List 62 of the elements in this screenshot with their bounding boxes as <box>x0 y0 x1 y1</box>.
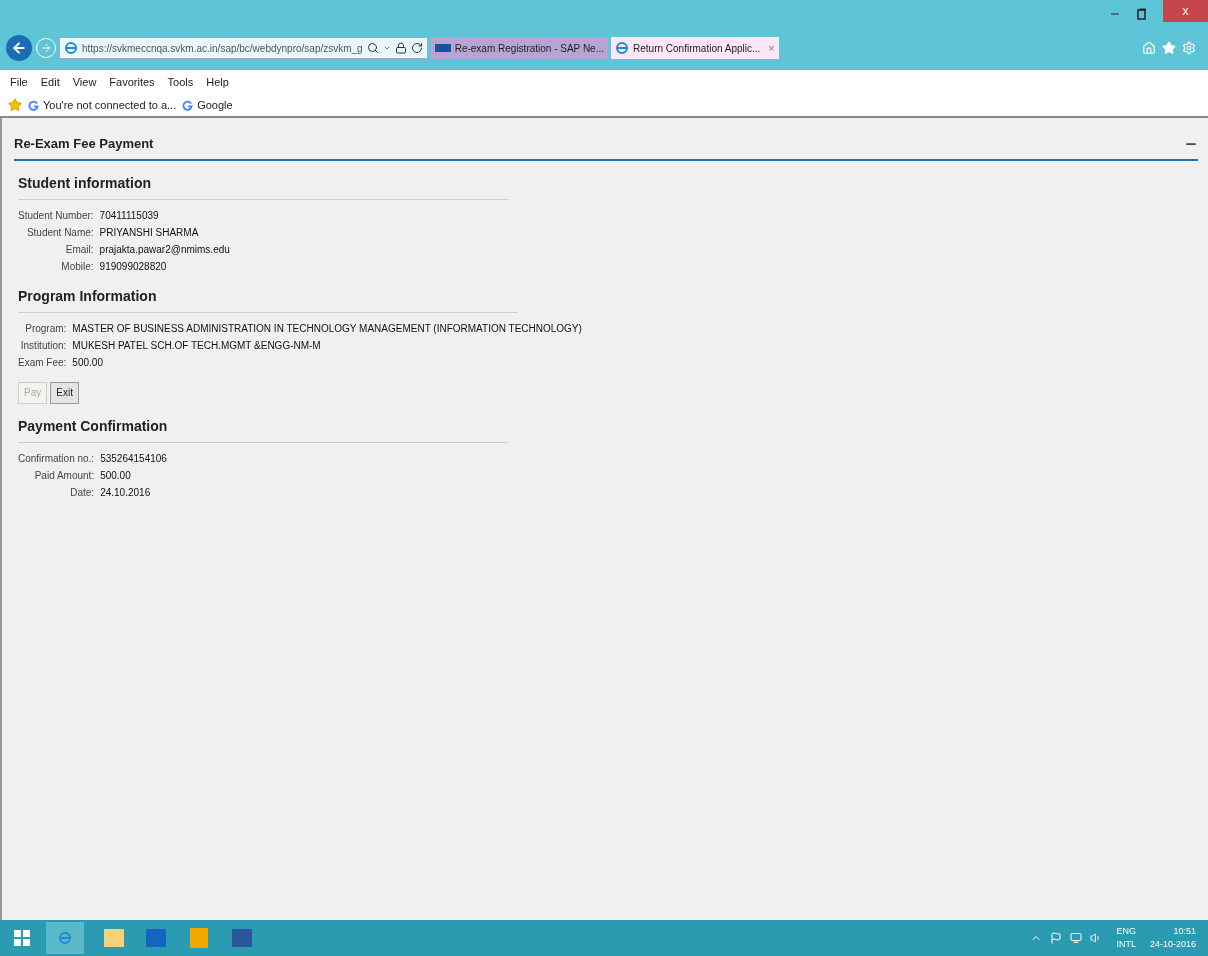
restore-icon[interactable] <box>1137 8 1147 20</box>
flag-icon[interactable] <box>1050 932 1063 944</box>
windows-logo-icon[interactable] <box>14 930 30 946</box>
star-icon[interactable] <box>1162 41 1176 55</box>
field-value: PRIYANSHI SHARMA <box>99 225 200 240</box>
favorite-link[interactable]: Google <box>197 96 233 114</box>
menu-item[interactable]: Tools <box>167 73 194 91</box>
menu-item[interactable]: Help <box>206 73 229 91</box>
field-label: Program: <box>24 321 67 336</box>
network-icon[interactable] <box>1070 932 1083 944</box>
field-value: 24.10.2016 <box>100 485 152 500</box>
field-label: Date: <box>69 485 95 500</box>
window-close-button[interactable]: x <box>1163 0 1208 22</box>
browser-logo-icon <box>615 41 629 55</box>
section-title: Program Information <box>18 287 157 304</box>
lock-icon <box>394 42 407 54</box>
refresh-icon[interactable] <box>410 42 423 54</box>
field-label: Exam Fee: <box>18 355 67 370</box>
back-button[interactable] <box>6 35 32 61</box>
field-label: Student Name: <box>25 225 94 240</box>
field-value: MASTER OF BUSINESS ADMINISTRATION IN TECHNOLOGY MANAGEMENT (INFORMATION TECHNOLOGY) <box>72 321 583 336</box>
g-letter-icon <box>182 99 194 111</box>
forward-arrow-icon <box>40 42 52 54</box>
field-value: 535264154106 <box>100 451 168 466</box>
logo-icon <box>434 44 451 52</box>
home-icon[interactable] <box>1142 41 1156 55</box>
field-value: 70411115039 <box>99 208 160 223</box>
field-label: Confirmation no.: <box>18 451 95 466</box>
field-label: Mobile: <box>60 259 94 274</box>
favorite-link[interactable]: You're not connected to a... <box>43 96 177 114</box>
field-label: Institution: <box>19 338 67 353</box>
tab-title: Return Confirmation Applic... <box>633 41 761 56</box>
field-value: 500.00 <box>100 468 132 483</box>
field-value: 919099028820 <box>99 259 168 274</box>
section-title: Student information <box>18 174 151 191</box>
browser-logo-icon <box>64 41 78 55</box>
tab-close-button[interactable]: × <box>768 39 775 57</box>
menu-item[interactable]: Favorites <box>109 73 155 91</box>
field-label: Paid Amount: <box>33 468 95 483</box>
dropdown-icon[interactable] <box>382 44 391 52</box>
action-button[interactable]: Exit <box>50 381 79 404</box>
browser-tab[interactable]: Re-exam Registration - SAP Ne... <box>430 37 608 59</box>
favorites-star-icon[interactable] <box>8 98 22 112</box>
menu-item[interactable]: File <box>10 73 28 91</box>
field-value: MUKESH PATEL SCH.OF TECH.MGMT &ENGG-NM-M <box>72 338 322 353</box>
field-value: prajakta.pawar2@nmims.edu <box>99 242 231 257</box>
browser-logo-icon <box>58 931 72 945</box>
g-letter-icon <box>28 99 39 111</box>
page-title: Re-Exam Fee Payment <box>14 135 154 153</box>
address-bar[interactable]: https://svkmeccnqa.svkm.ac.in/sap/bc/webdynpro/sap/zsvkm_g <box>59 37 428 59</box>
search-icon[interactable] <box>366 42 379 54</box>
taskbar-app-icon[interactable] <box>46 922 84 954</box>
field-label: Student Number: <box>18 208 94 223</box>
settings-icon[interactable] <box>1182 41 1196 55</box>
menu-item[interactable]: View <box>72 73 97 91</box>
browser-tab[interactable]: Return Confirmation Applic... × <box>611 37 779 59</box>
field-value: 500.00 <box>72 355 104 370</box>
address-text: https://svkmeccnqa.svkm.ac.in/sap/bc/webdynpro/sap/zsvkm_g <box>82 41 363 56</box>
tab-title: Re-exam Registration - SAP Ne... <box>454 41 604 56</box>
menu-item[interactable]: Edit <box>40 73 60 91</box>
section-title: Payment Confirmation <box>18 417 168 434</box>
field-label: Email: <box>64 242 94 257</box>
